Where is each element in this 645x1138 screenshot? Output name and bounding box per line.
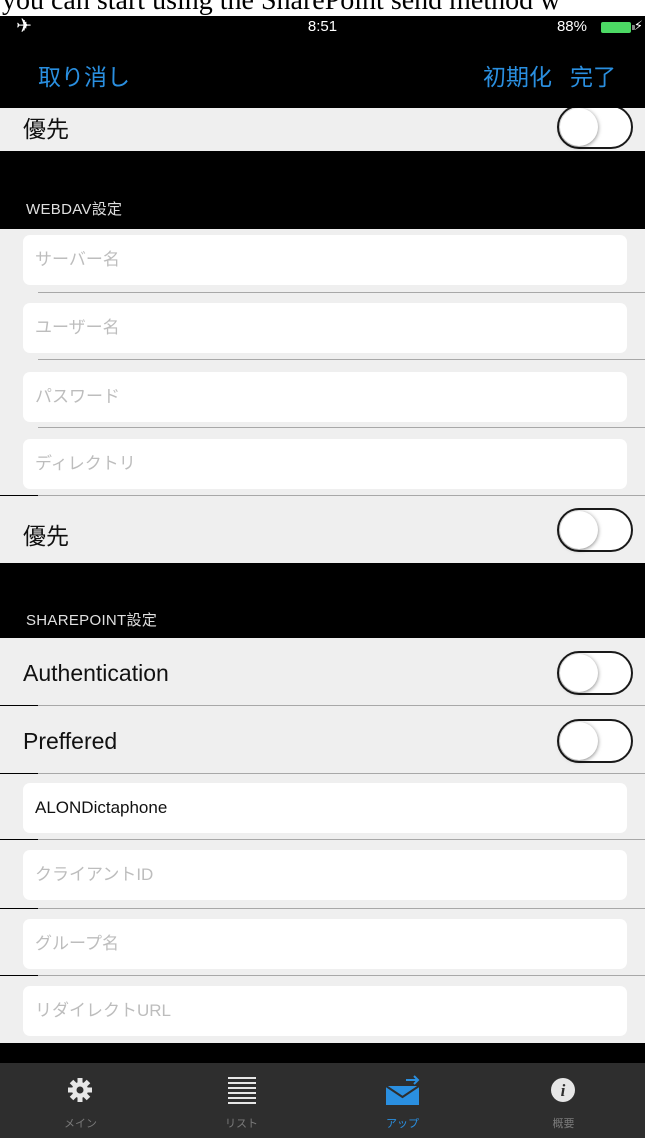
username-field[interactable]: ユーザー名 [23, 303, 627, 353]
preferred-row: Preffered [0, 706, 645, 773]
tab-list-label: リスト [225, 1118, 258, 1130]
site-name-field[interactable]: ALONDictaphone [23, 783, 627, 833]
battery-percent: 88% [556, 18, 587, 35]
server-name-row: サーバー名 [0, 229, 645, 299]
tab-list[interactable]: リスト [161, 1063, 322, 1138]
tab-main[interactable]: メイン [0, 1063, 161, 1138]
svg-text:i: i [561, 1081, 566, 1100]
directory-field[interactable]: ディレクトリ [23, 439, 627, 489]
group-name-row: グループ名 [0, 909, 645, 975]
upload-mail-icon [385, 1075, 420, 1105]
site-name-row: ALONDictaphone [0, 774, 645, 839]
tab-upload-label: アップ [386, 1118, 419, 1130]
reset-button[interactable]: 初期化 [483, 58, 552, 92]
authentication-label: Authentication [23, 660, 169, 686]
tab-main-label: メイン [64, 1118, 97, 1130]
password-row: パスワード [0, 360, 645, 428]
client-id-field[interactable]: クライアントID [23, 850, 627, 900]
tab-bar: メイン リスト アップ i 概要 [0, 1063, 645, 1138]
sharepoint-header-label: SHAREPOINT設定 [26, 612, 158, 629]
preferred-toggle[interactable] [557, 719, 633, 763]
gear-icon [68, 1078, 92, 1102]
webdav-priority-row: 優先 [0, 496, 645, 563]
tab-overview-label: 概要 [552, 1118, 575, 1130]
list-icon [228, 1077, 256, 1104]
status-time: 8:51 [307, 18, 338, 35]
done-button[interactable]: 完了 [570, 58, 616, 92]
priority-label: 優先 [23, 116, 69, 142]
status-bar: ✈ 8:51 88% ⚡ [0, 16, 645, 38]
divider [38, 292, 645, 293]
priority-toggle[interactable] [557, 108, 633, 149]
webdav-priority-toggle[interactable] [557, 508, 633, 552]
server-name-field[interactable]: サーバー名 [23, 235, 627, 285]
redirect-url-row: リダイレクトURL [0, 976, 645, 1043]
username-row: ユーザー名 [0, 294, 645, 360]
authentication-row: Authentication [0, 638, 645, 705]
caption-fragment: you can start using the SharePoint send … [0, 0, 645, 16]
battery-icon [601, 22, 635, 33]
group-name-field[interactable]: グループ名 [23, 919, 627, 969]
sharepoint-section-header: SHAREPOINT設定 [0, 563, 645, 638]
webdav-header-label: WEBDAV設定 [26, 201, 123, 218]
settings-list[interactable]: 優先 WEBDAV設定 サーバー名 ユーザー名 パスワード ディレクトリ 優先 … [0, 108, 645, 1063]
directory-row: ディレクトリ [0, 428, 645, 495]
charging-icon: ⚡ [633, 18, 643, 33]
top-priority-row: 優先 [0, 108, 645, 151]
client-id-row: クライアントID [0, 840, 645, 908]
redirect-url-field[interactable]: リダイレクトURL [23, 986, 627, 1036]
preferred-label: Preffered [23, 728, 118, 754]
authentication-toggle[interactable] [557, 651, 633, 695]
info-icon: i [551, 1078, 575, 1102]
navigation-bar: 取り消し 初期化 完了 [0, 38, 645, 108]
tab-overview[interactable]: i 概要 [483, 1063, 644, 1138]
cancel-button[interactable]: 取り消し [38, 58, 130, 92]
webdav-section-header: WEBDAV設定 [0, 151, 645, 229]
password-field[interactable]: パスワード [23, 372, 627, 422]
webdav-priority-label: 優先 [23, 523, 69, 549]
tab-upload[interactable]: アップ [322, 1063, 483, 1138]
